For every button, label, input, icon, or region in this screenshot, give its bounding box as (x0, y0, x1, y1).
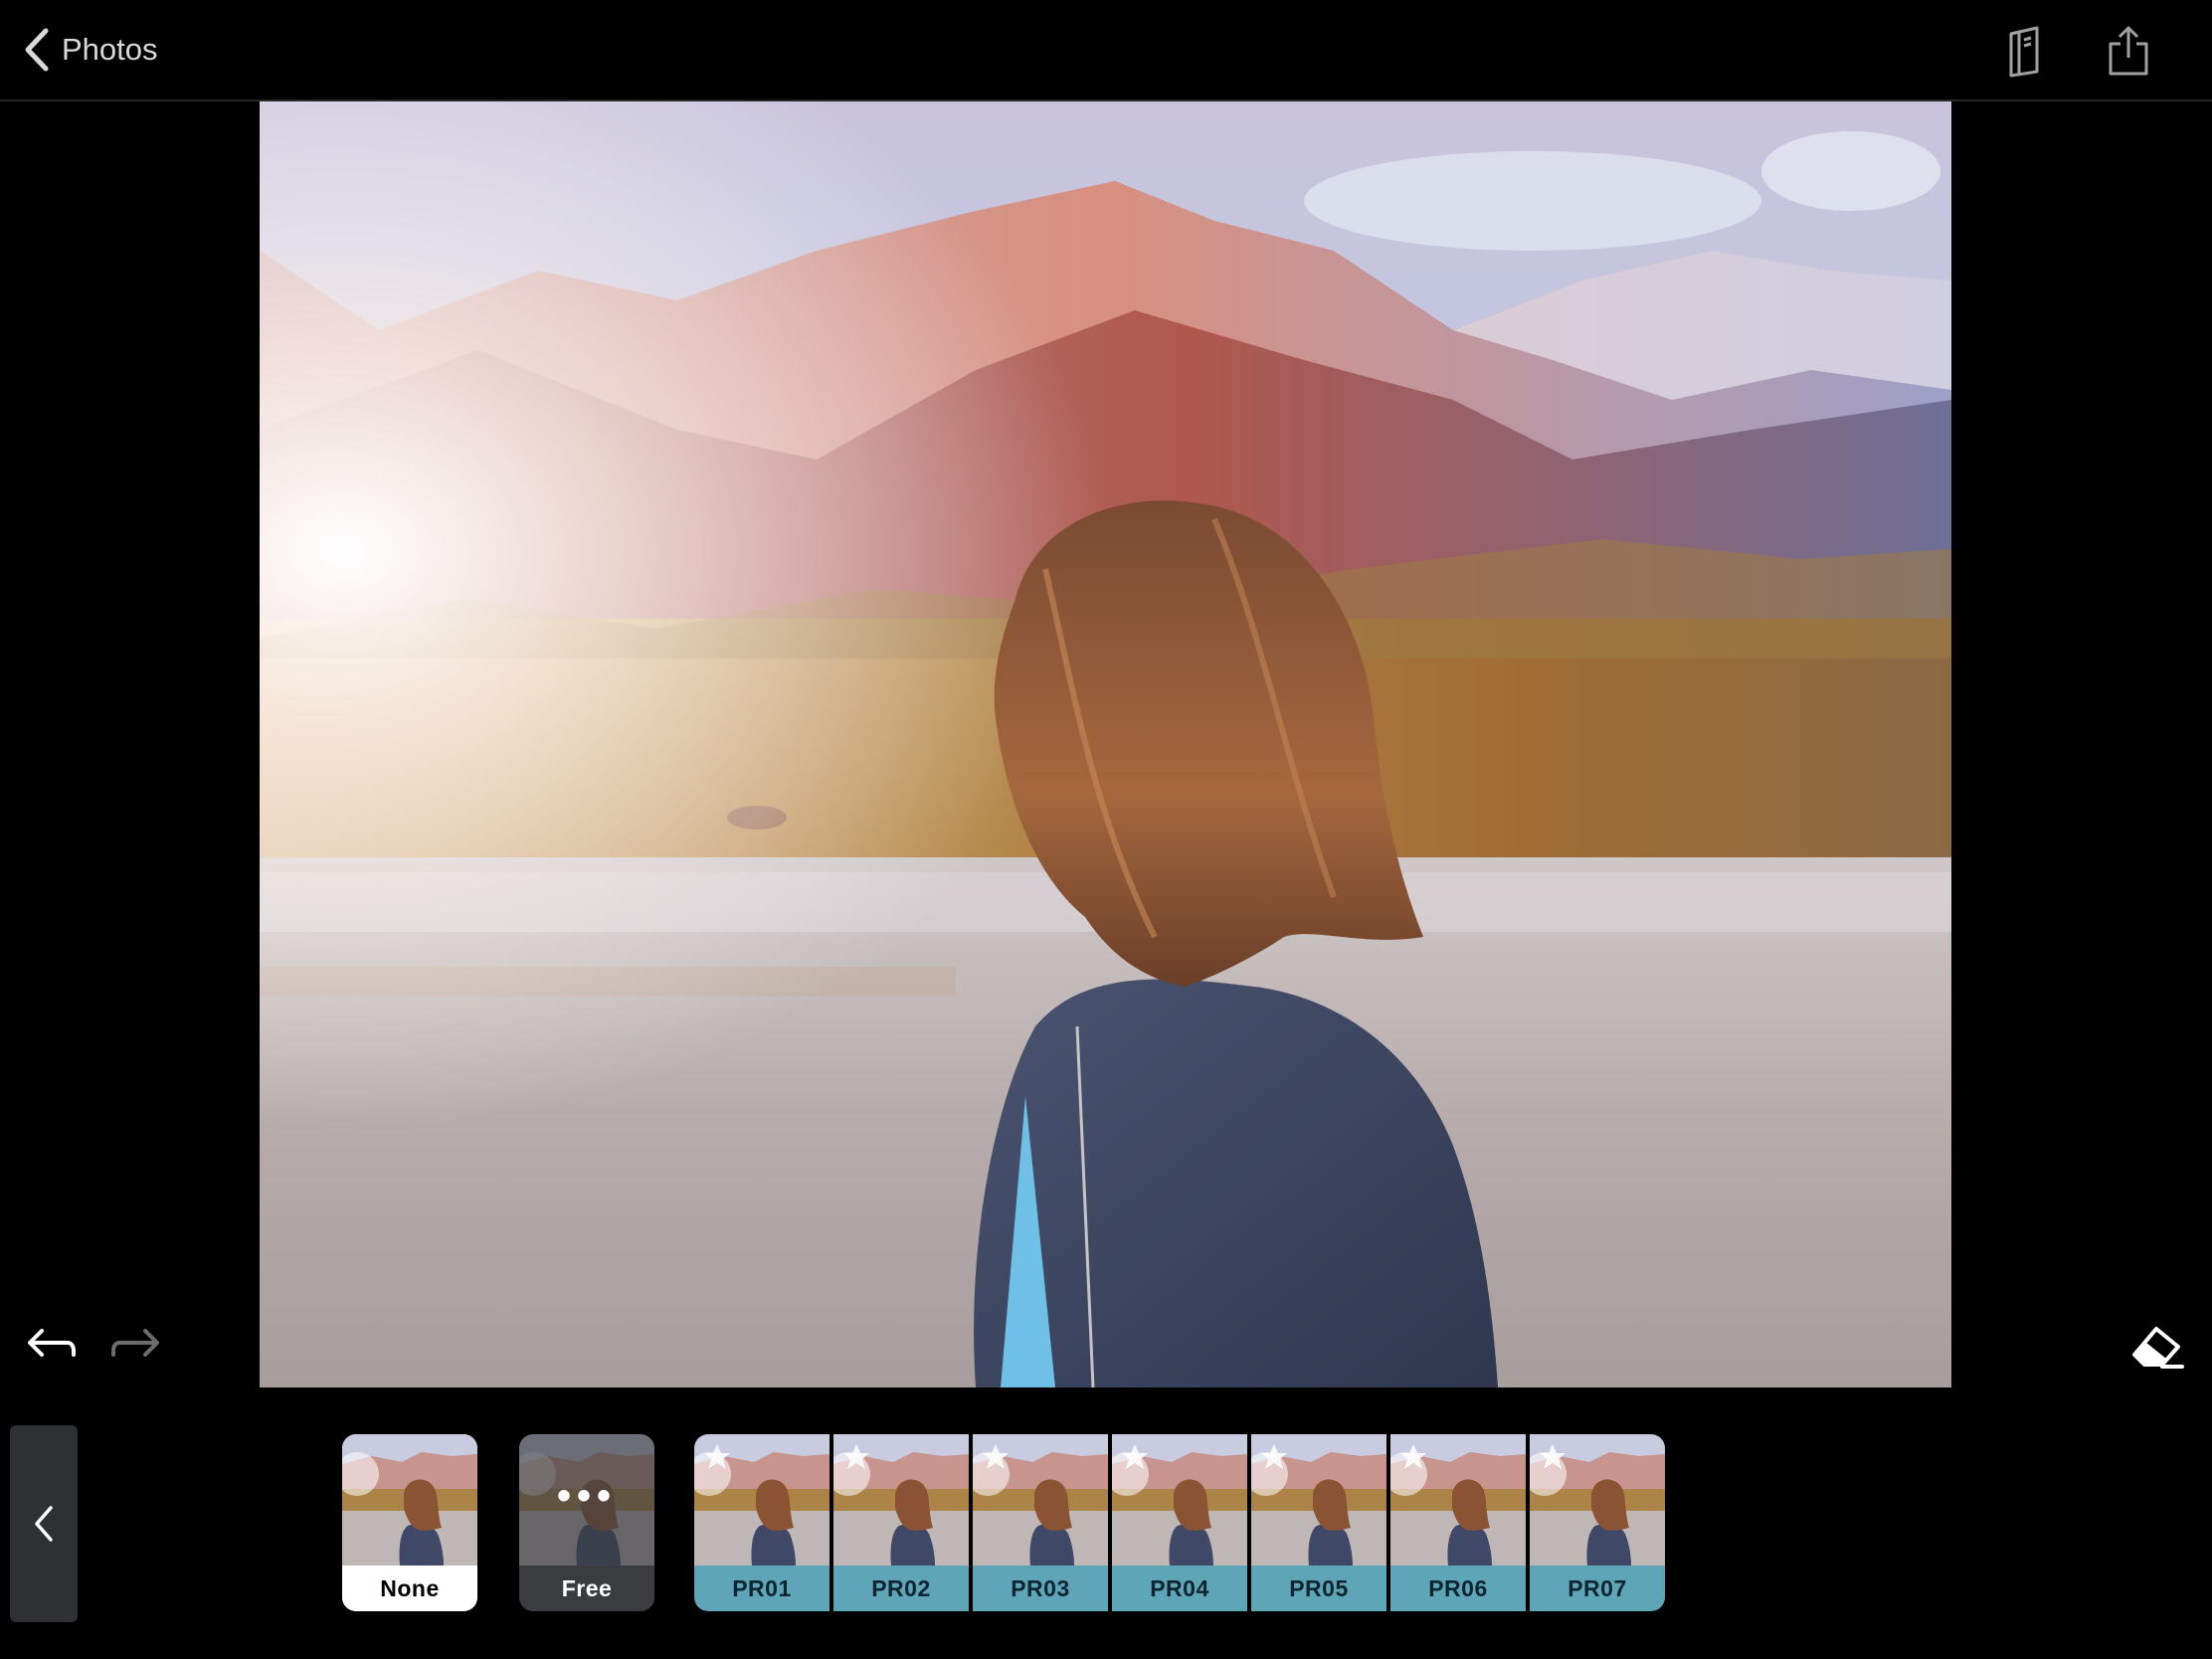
collapse-strip-button[interactable] (10, 1425, 78, 1622)
photo-canvas[interactable] (260, 101, 1951, 1387)
filter-free[interactable]: ••• Free (519, 1434, 654, 1611)
filter-pr02[interactable]: PR02 (833, 1434, 969, 1611)
filter-label: PR06 (1390, 1566, 1526, 1611)
star-icon (843, 1444, 869, 1469)
star-icon (1261, 1444, 1287, 1469)
chevron-left-icon (25, 28, 49, 72)
filter-label: PR03 (973, 1566, 1108, 1611)
filter-label: None (342, 1566, 477, 1611)
top-bar: Photos (0, 0, 2212, 101)
filter-label: PR01 (694, 1566, 830, 1611)
more-icon: ••• (556, 1474, 617, 1518)
star-icon (1122, 1444, 1148, 1469)
filter-pr05[interactable]: PR05 (1251, 1434, 1386, 1611)
filter-pr04[interactable]: PR04 (1112, 1434, 1247, 1611)
filter-none[interactable]: None (342, 1434, 477, 1611)
filter-label: PR07 (1530, 1566, 1665, 1611)
filter-label: PR05 (1251, 1566, 1386, 1611)
redo-icon[interactable] (107, 1321, 167, 1371)
back-label: Photos (62, 32, 158, 67)
star-icon (1540, 1444, 1566, 1469)
filter-thumbnail (342, 1434, 477, 1566)
filter-label: Free (519, 1566, 654, 1611)
back-button[interactable]: Photos (20, 22, 158, 78)
filter-label: PR02 (833, 1566, 969, 1611)
star-icon (1400, 1444, 1426, 1469)
filter-pr01[interactable]: PR01 (694, 1434, 830, 1611)
filter-pr06[interactable]: PR06 (1390, 1434, 1526, 1611)
undo-icon[interactable] (20, 1321, 80, 1371)
filter-label: PR04 (1112, 1566, 1247, 1611)
eraser-icon[interactable] (2126, 1321, 2186, 1371)
filter-pr03[interactable]: PR03 (973, 1434, 1108, 1611)
book-icon[interactable] (1997, 22, 2053, 80)
chevron-left-icon (35, 1506, 53, 1542)
star-icon (983, 1444, 1009, 1469)
filter-pr07[interactable]: PR07 (1530, 1434, 1665, 1611)
share-icon[interactable] (2101, 22, 2156, 80)
star-icon (704, 1444, 730, 1469)
